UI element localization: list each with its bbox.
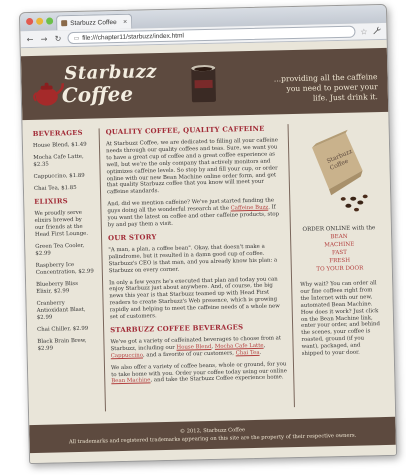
bookmark-star-icon[interactable]: ☆ [360, 27, 367, 36]
favicon-icon [61, 20, 68, 27]
section-heading-quality: QUALITY COFFEE, QUALITY CAFFEINE [105, 124, 265, 137]
beverage-item: Chai Tea, $1.85 [33, 184, 77, 192]
elixir-item: Blueberry Bliss Elixir, $2.99 [36, 280, 79, 295]
back-button[interactable]: ← [25, 34, 34, 43]
cappuccino-link[interactable]: Cappuccino [111, 352, 143, 359]
paragraph-story-1: "A man, a plan, a coffee bean". Okay, th… [108, 243, 278, 274]
tab-title: Starbuzz Coffee [70, 18, 117, 27]
reload-button[interactable]: ↻ [53, 34, 62, 43]
logo-text-coffee: Coffee [61, 81, 134, 108]
sidebar: BEVERAGES House Blend, $1.49 Mocha Cafe … [33, 129, 97, 413]
to-your-door-link[interactable]: TO YOUR DOOR [296, 264, 384, 274]
minimize-window-icon[interactable] [36, 17, 44, 25]
close-window-icon[interactable] [26, 17, 34, 26]
bean-machine-link[interactable]: Bean Machine [111, 378, 150, 385]
bean-machine-links: BEAN MACHINE FAST FRESH TO YOUR DOOR [295, 234, 384, 274]
elixir-item: Raspberry Ice Concentration, $2.99 [35, 262, 94, 276]
order-online-text: ORDER ONLINE with the [302, 225, 376, 233]
elixirs-intro: We proudly serve elixirs brewed by our f… [34, 209, 89, 238]
text-span: , and a favorite of our customers, [142, 350, 236, 359]
text-span: . [259, 349, 262, 356]
tagline: ...providing all the caffeine you need t… [274, 72, 378, 104]
paragraph-caffeine: And, did we mention caffeine? We've just… [107, 198, 284, 230]
mocha-link[interactable]: Mocha Cafe Latte [215, 343, 264, 350]
page-icon: ▭ [73, 35, 80, 42]
section-heading-beverages: STARBUZZ COFFEE BEVERAGES [110, 323, 244, 335]
elixirs-heading: ELIXIRS [34, 197, 68, 206]
site-header: Starbuzz Coffee ...providing all the caf… [20, 47, 389, 121]
forward-button[interactable]: → [39, 34, 48, 43]
right-column: Starbuzz Coffee ORDER ONLINE with the BE… [293, 122, 387, 407]
tab-close-icon[interactable]: × [123, 18, 127, 25]
coffee-bag-image: Starbuzz Coffee [312, 129, 368, 212]
beverage-item: House Blend, $1.49 [32, 141, 87, 149]
elixir-item: Green Tea Cooler, $2.99 [35, 242, 85, 257]
paragraph-intro: At Starbuzz Coffee, we are dedicated to … [105, 137, 278, 196]
wrench-menu-icon[interactable] [372, 26, 381, 37]
wrench-icon [373, 26, 381, 34]
page-content: Starbuzz Coffee ...providing all the caf… [20, 39, 397, 464]
paragraph-story-2: In only a few years he's executed that p… [109, 275, 280, 321]
section-heading-story: OUR STORY [107, 233, 157, 243]
beverage-item: Mocha Cafe Latte, $2.35 [33, 153, 84, 168]
chai-tea-link[interactable]: Chai Tea [236, 350, 260, 357]
paragraph-beverages: We've got a variety of caffeinated bever… [110, 335, 286, 360]
site-footer: © 2012, Starbuzz Coffee All trademarks a… [29, 416, 396, 454]
bean-link[interactable]: BEAN [330, 234, 347, 240]
house-blend-link[interactable]: House Blend [176, 344, 211, 351]
main-column: QUALITY COFFEE, QUALITY CAFFEINE At Star… [98, 124, 295, 412]
elixir-item: Chai Chiller, $2.99 [37, 325, 89, 333]
paragraph-beans: We also offer a variety of coffee beans,… [111, 361, 287, 386]
order-online-block: ORDER ONLINE with the BEAN MACHINE FAST FRE… [295, 224, 384, 274]
starbuzz-logo[interactable]: Starbuzz Coffee [31, 57, 157, 116]
why-wait-paragraph: Why wait? You can order all our fine cof… [300, 280, 381, 357]
window-controls [26, 17, 54, 26]
elixir-item: Black Brain Brew, $2.99 [37, 337, 87, 352]
beverages-heading: BEVERAGES [32, 128, 83, 138]
maximize-window-icon[interactable] [46, 17, 54, 25]
beverage-item: Cappuccino, $1.89 [33, 172, 85, 180]
caffeine-buzz-link[interactable]: Caffeine Buzz [231, 205, 269, 212]
screenshot-stage: Starbuzz Coffee × ← → ↻ ▭ file:///chapte… [0, 0, 406, 475]
text-span: , [263, 342, 266, 349]
address-bar-url: file:///chapter11/starbuzz/index.html [82, 31, 185, 42]
coffee-cup-image [191, 65, 216, 103]
elixir-item: Cranberry Antioxidant Blast, $2.99 [36, 300, 86, 321]
logo-text-starbuzz: Starbuzz [64, 61, 158, 85]
tab-starbuzz[interactable]: Starbuzz Coffee × [56, 13, 133, 31]
browser-window: Starbuzz Coffee × ← → ↻ ▭ file:///chapte… [18, 3, 398, 465]
